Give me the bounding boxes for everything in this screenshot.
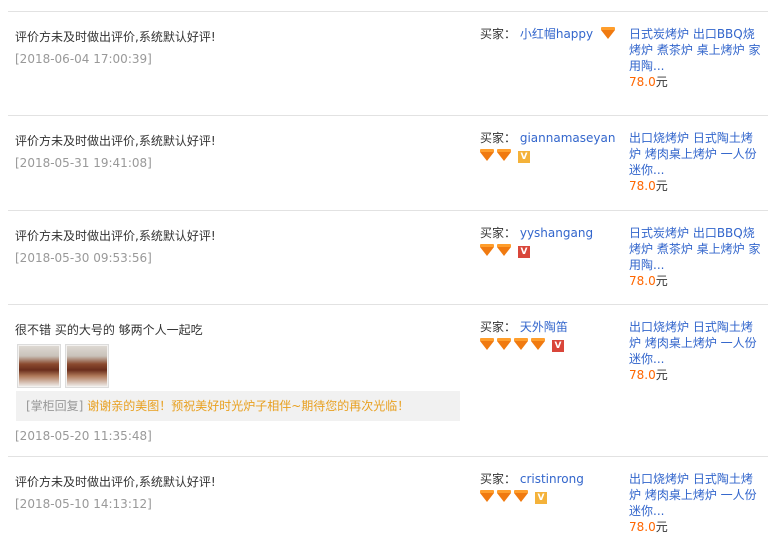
credit-gem-icon xyxy=(480,338,494,350)
photo-image xyxy=(67,346,107,386)
buyer-badges: V xyxy=(480,337,620,352)
buyer-badges: V xyxy=(480,148,620,163)
product-price: 78.0 xyxy=(629,274,656,288)
buyer-info: 买家： 天外陶笛 V xyxy=(480,319,620,352)
review-comment: 评价方未及时做出评价,系统默认好评! xyxy=(15,30,216,44)
buyer-name-link[interactable]: cristinrong xyxy=(520,472,584,486)
credit-gem-icon xyxy=(497,244,511,256)
reply-label: [掌柜回复] xyxy=(26,399,84,413)
review-photo-thumbnail[interactable] xyxy=(65,344,109,388)
product-price: 78.0 xyxy=(629,520,656,534)
product-title-link[interactable]: 出口烧烤炉 日式陶土烤炉 烤肉桌上烤炉 一人份迷你... xyxy=(629,472,757,518)
price-unit: 元 xyxy=(655,75,668,89)
review-item: 评价方未及时做出评价,系统默认好评! [2018-05-30 09:53:56]… xyxy=(8,211,768,305)
price-unit: 元 xyxy=(655,274,668,288)
product-price: 78.0 xyxy=(629,179,656,193)
product-title-link[interactable]: 日式炭烤炉 出口BBQ烧烤炉 煮茶炉 桌上烤炉 家用陶... xyxy=(629,27,760,73)
product-info: 出口烧烤炉 日式陶土烤炉 烤肉桌上烤炉 一人份迷你... 78.0元 xyxy=(629,319,761,383)
buyer-name-link[interactable]: 小红帽happy xyxy=(520,27,593,41)
buyer-info: 买家： cristinrong V xyxy=(480,471,620,504)
product-info: 日式炭烤炉 出口BBQ烧烤炉 煮茶炉 桌上烤炉 家用陶... 78.0元 xyxy=(629,26,761,90)
credit-gem-icon xyxy=(514,338,528,350)
seller-reply: [掌柜回复] 谢谢亲的美图！预祝美好时光炉子相伴~期待您的再次光临！ xyxy=(16,391,460,421)
vip-badge-icon: V xyxy=(552,339,564,352)
buyer-label: 买家： xyxy=(480,472,517,486)
review-date: [2018-05-30 09:53:56] xyxy=(15,251,152,265)
price-unit: 元 xyxy=(655,179,668,193)
product-title-link[interactable]: 日式炭烤炉 出口BBQ烧烤炉 煮茶炉 桌上烤炉 家用陶... xyxy=(629,226,760,272)
buyer-label: 买家： xyxy=(480,320,517,334)
buyer-label: 买家： xyxy=(480,131,517,145)
vip-badge-icon: V xyxy=(535,491,547,504)
buyer-name-link[interactable]: 天外陶笛 xyxy=(520,320,568,334)
review-date: [2018-05-31 19:41:08] xyxy=(15,156,152,170)
reply-text: 谢谢亲的美图！预祝美好时光炉子相伴~期待您的再次光临！ xyxy=(87,399,410,413)
credit-gem-icon xyxy=(514,490,528,502)
review-item: 很不错 买的大号的 够两个人一起吃 [掌柜回复] 谢谢亲的美图！预祝美好时光炉子… xyxy=(8,305,768,457)
buyer-name-link[interactable]: giannamaseyan xyxy=(520,131,616,145)
product-price: 78.0 xyxy=(629,368,656,382)
review-date: [2018-05-20 11:35:48] xyxy=(15,429,152,443)
review-comment: 评价方未及时做出评价,系统默认好评! xyxy=(15,229,216,243)
credit-gem-icon xyxy=(480,149,494,161)
review-date: [2018-06-04 17:00:39] xyxy=(15,52,152,66)
credit-gem-icon xyxy=(480,244,494,256)
vip-badge-icon: V xyxy=(518,150,530,163)
credit-gem-icon xyxy=(600,27,615,39)
review-comment: 评价方未及时做出评价,系统默认好评! xyxy=(15,475,216,489)
review-comment: 评价方未及时做出评价,系统默认好评! xyxy=(15,134,216,148)
review-comment: 很不错 买的大号的 够两个人一起吃 xyxy=(15,323,203,337)
credit-gem-icon xyxy=(531,338,545,350)
product-info: 出口烧烤炉 日式陶土烤炉 烤肉桌上烤炉 一人份迷你... 78.0元 xyxy=(629,130,761,194)
buyer-badges: V xyxy=(480,489,620,504)
product-info: 出口烧烤炉 日式陶土烤炉 烤肉桌上烤炉 一人份迷你... 78.0元 xyxy=(629,471,761,535)
product-title-link[interactable]: 出口烧烤炉 日式陶土烤炉 烤肉桌上烤炉 一人份迷你... xyxy=(629,131,757,177)
product-price: 78.0 xyxy=(629,75,656,89)
review-item: 评价方未及时做出评价,系统默认好评! [2018-05-10 14:13:12]… xyxy=(8,457,768,557)
credit-gem-icon xyxy=(497,490,511,502)
review-photos xyxy=(17,344,113,388)
credit-gem-icon xyxy=(497,149,511,161)
buyer-label: 买家： xyxy=(480,27,517,41)
review-photo-thumbnail[interactable] xyxy=(17,344,61,388)
product-title-link[interactable]: 出口烧烤炉 日式陶土烤炉 烤肉桌上烤炉 一人份迷你... xyxy=(629,320,757,366)
review-date: [2018-05-10 14:13:12] xyxy=(15,497,152,511)
photo-image xyxy=(19,346,59,386)
buyer-info: 买家： 小红帽happy xyxy=(480,26,620,42)
vip-badge-icon: V xyxy=(518,245,530,258)
credit-gem-icon xyxy=(480,490,494,502)
buyer-label: 买家： xyxy=(480,226,517,240)
buyer-info: 买家： giannamaseyan V xyxy=(480,130,620,163)
buyer-info: 买家： yyshangang V xyxy=(480,225,620,258)
price-unit: 元 xyxy=(655,520,668,534)
review-item: 评价方未及时做出评价,系统默认好评! [2018-06-04 17:00:39]… xyxy=(8,12,768,116)
price-unit: 元 xyxy=(655,368,668,382)
credit-gem-icon xyxy=(497,338,511,350)
buyer-badges: V xyxy=(480,243,620,258)
review-item: 评价方未及时做出评价,系统默认好评! [2018-05-31 19:41:08]… xyxy=(8,116,768,211)
product-info: 日式炭烤炉 出口BBQ烧烤炉 煮茶炉 桌上烤炉 家用陶... 78.0元 xyxy=(629,225,761,289)
buyer-name-link[interactable]: yyshangang xyxy=(520,226,593,240)
